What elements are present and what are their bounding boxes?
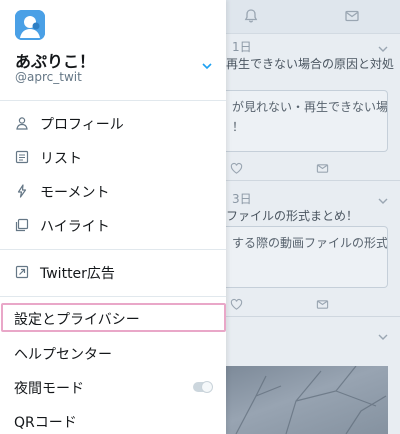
mail-icon[interactable]: [344, 8, 360, 24]
tweet-actions: [226, 160, 400, 176]
menu-item-label: Twitter広告: [40, 266, 115, 282]
link-card-line: ！: [232, 120, 245, 134]
link-card-line: が見れない・再生できない場: [232, 100, 388, 114]
tweet-actions: [226, 296, 400, 312]
tweet-date: 3日: [232, 192, 252, 206]
chevron-down-icon[interactable]: [377, 40, 389, 52]
app-avatar-icon[interactable]: [15, 10, 45, 40]
display-name[interactable]: あぷりこ！: [15, 48, 95, 72]
tweet-photo[interactable]: [226, 366, 388, 434]
menu-item-help-center[interactable]: ヘルプセンター: [0, 338, 226, 368]
menu-item-label: 設定とプライバシー: [14, 312, 140, 328]
link-card-line: する際の動画ファイルの形式: [232, 236, 388, 250]
menu-item-settings-privacy[interactable]: 設定とプライバシー: [0, 303, 226, 333]
toggle-knob: [201, 381, 213, 393]
heart-icon[interactable]: [230, 160, 243, 179]
message-icon[interactable]: [316, 160, 329, 179]
chevron-down-icon[interactable]: [377, 328, 389, 340]
menu-item-qr-code[interactable]: QRコード: [0, 406, 226, 434]
menu-item-label: 夜間モード: [14, 381, 84, 397]
tweet-link-card[interactable]: する際の動画ファイルの形式: [226, 226, 388, 288]
tweet-headline[interactable]: ファイルの形式まとめ！: [226, 207, 358, 224]
chevron-down-icon[interactable]: [201, 60, 213, 72]
person-icon: [15, 116, 29, 130]
drawer-divider: [0, 296, 226, 297]
menu-item-label: ハイライト: [40, 219, 110, 235]
tweet-separator: [226, 316, 400, 317]
menu-item-twitter-ads[interactable]: Twitter広告: [0, 257, 226, 287]
lightning-icon: [15, 184, 29, 198]
highlight-icon: [15, 218, 29, 232]
message-icon[interactable]: [316, 296, 329, 315]
external-link-icon: [15, 265, 29, 279]
tweet-headline[interactable]: 再生できない場合の原因と対処: [226, 55, 394, 72]
bell-icon[interactable]: [243, 8, 259, 24]
user-handle: @aprc_twit: [15, 70, 82, 84]
chevron-down-icon[interactable]: [377, 192, 389, 204]
menu-item-label: QRコード: [14, 415, 77, 431]
night-mode-toggle[interactable]: [193, 381, 213, 393]
menu-item-label: リスト: [40, 151, 82, 167]
tweet-link-card[interactable]: が見れない・再生できない場 ！: [226, 90, 388, 152]
drawer-divider: [0, 249, 226, 250]
menu-item-label: ヘルプセンター: [14, 347, 112, 363]
tweet-date: 1日: [232, 40, 252, 54]
heart-icon[interactable]: [230, 296, 243, 315]
navigation-drawer: あぷりこ！ @aprc_twit プロフィール リスト モーメント ハイライト …: [0, 0, 226, 434]
menu-item-profile[interactable]: プロフィール: [0, 108, 226, 138]
menu-item-label: モーメント: [40, 185, 110, 201]
list-icon: [15, 150, 29, 164]
menu-item-label: プロフィール: [40, 117, 124, 133]
menu-item-lists[interactable]: リスト: [0, 142, 226, 172]
tweet-separator: [226, 180, 400, 181]
menu-item-highlights[interactable]: ハイライト: [0, 210, 226, 240]
menu-item-moments[interactable]: モーメント: [0, 176, 226, 206]
drawer-divider: [0, 100, 226, 101]
